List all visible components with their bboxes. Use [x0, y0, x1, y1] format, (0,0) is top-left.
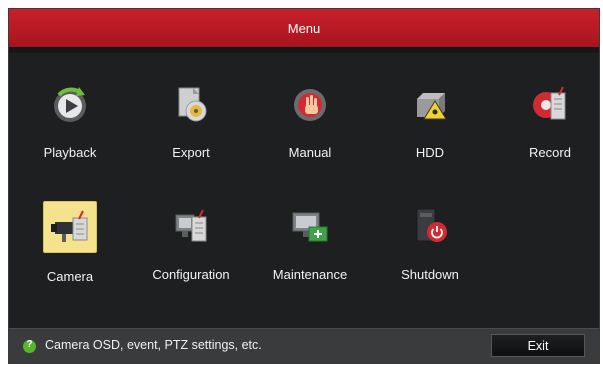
menu-item-label: Configuration [152, 267, 230, 282]
menu-item-label: Export [172, 145, 210, 160]
menu-item-label: Maintenance [272, 267, 348, 282]
status-text: Camera OSD, event, PTZ settings, etc. [45, 338, 262, 352]
help-icon [23, 339, 36, 353]
menu-item-label: Record [529, 145, 571, 160]
maintenance-icon [285, 201, 335, 251]
record-icon [525, 79, 575, 129]
hdd-icon [405, 79, 455, 129]
configuration-icon [166, 201, 216, 251]
menu-item-playback[interactable]: Playback [15, 65, 125, 177]
playback-icon [45, 79, 95, 129]
menu-window: Menu Playback Export Manual HDD Record C… [8, 8, 600, 364]
title-bar: Menu [9, 9, 599, 47]
camera-icon [43, 201, 97, 253]
menu-item-label: Camera [46, 269, 94, 284]
menu-grid: Playback Export Manual HDD Record Camera… [9, 53, 599, 331]
manual-icon [285, 79, 335, 129]
status-bar: Camera OSD, event, PTZ settings, etc. Ex… [9, 328, 599, 363]
menu-item-hdd[interactable]: HDD [375, 65, 485, 177]
menu-item-shutdown[interactable]: Shutdown [375, 187, 485, 299]
exit-button[interactable]: Exit [491, 334, 585, 357]
export-icon [166, 79, 216, 129]
menu-item-label: Shutdown [401, 267, 459, 282]
menu-item-camera[interactable]: Camera [15, 187, 125, 299]
menu-item-export[interactable]: Export [136, 65, 246, 177]
menu-item-record[interactable]: Record [495, 65, 603, 177]
menu-item-label: Playback [43, 145, 97, 160]
menu-item-maintenance[interactable]: Maintenance [255, 187, 365, 299]
menu-item-label: Manual [288, 145, 332, 160]
menu-item-label: HDD [415, 145, 445, 160]
window-title: Menu [287, 20, 321, 36]
menu-item-manual[interactable]: Manual [255, 65, 365, 177]
shutdown-icon [405, 201, 455, 251]
menu-item-configuration[interactable]: Configuration [136, 187, 246, 299]
